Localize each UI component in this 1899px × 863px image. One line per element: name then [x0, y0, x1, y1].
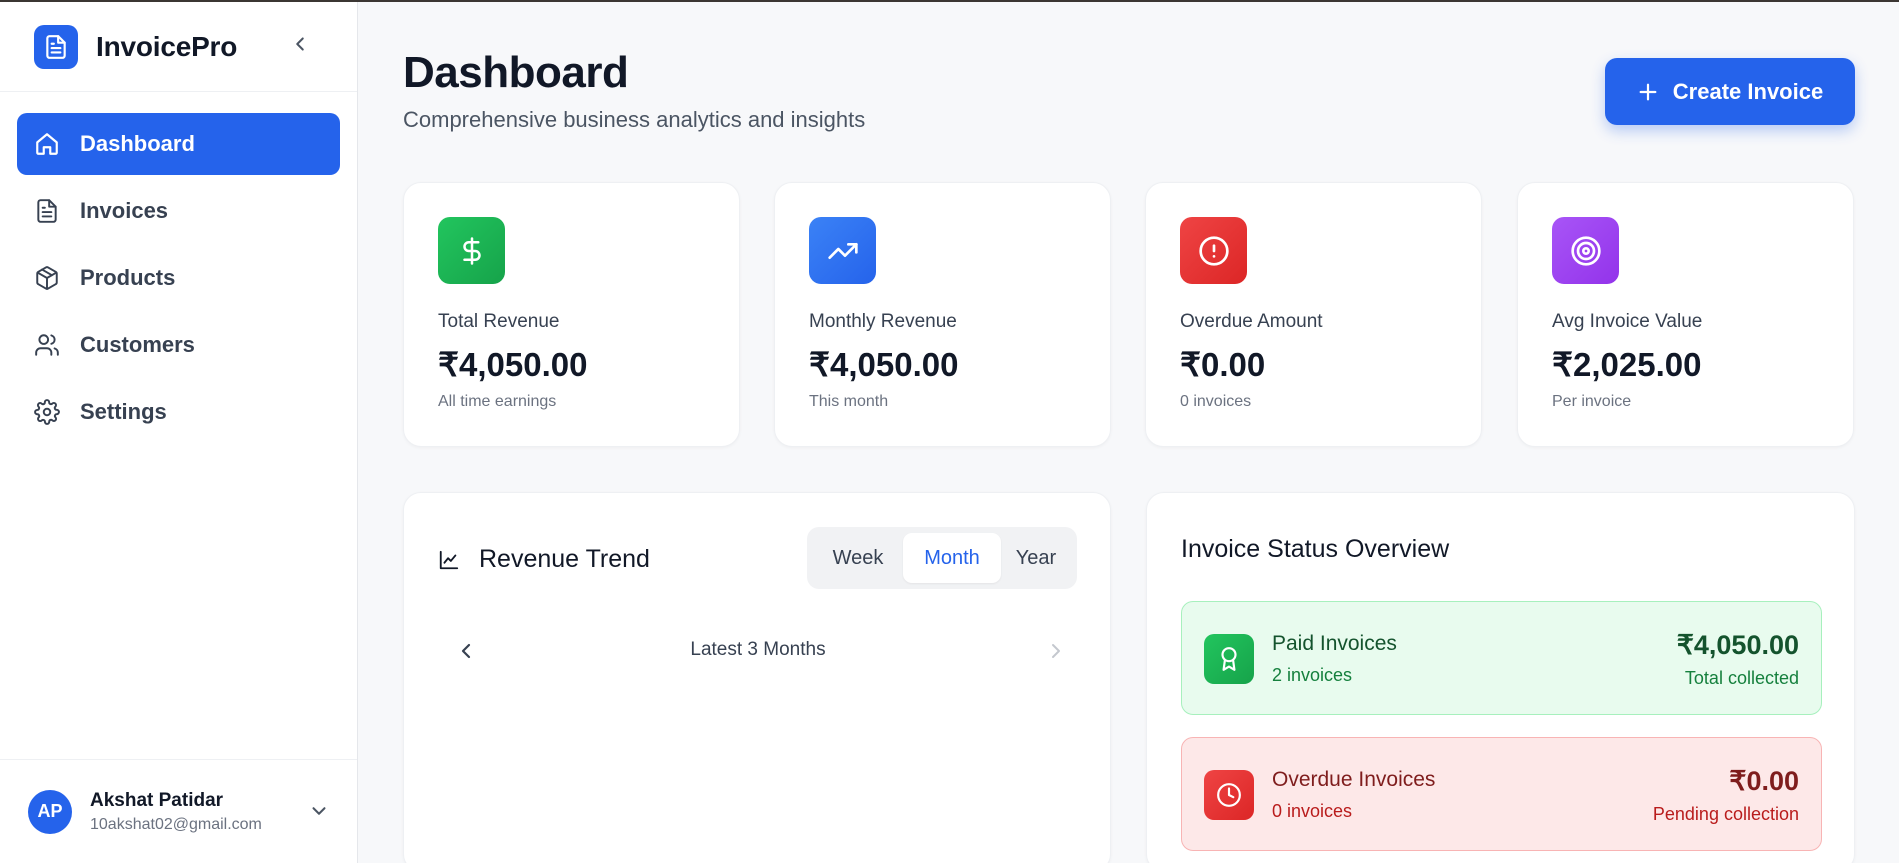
chevron-left-icon [296, 37, 304, 51]
stat-card-overdue-amount: Overdue Amount ₹0.00 0 invoices [1145, 182, 1482, 447]
stat-subtext: This month [809, 393, 889, 410]
overdue-invoices-card[interactable]: Overdue Invoices 0 invoices ₹0.00 Pendin… [1181, 737, 1822, 851]
alert-circle-icon [1180, 217, 1247, 284]
period-label: Latest 3 Months [690, 639, 826, 660]
page-title: Dashboard [403, 48, 629, 97]
award-icon [1204, 634, 1254, 684]
users-icon [33, 331, 61, 359]
plus-icon [1639, 83, 1657, 100]
stat-subtext: 0 invoices [1180, 393, 1252, 410]
chevron-down-icon[interactable] [308, 800, 330, 822]
status-overview-title: Invoice Status Overview [1181, 535, 1450, 563]
avatar: AP [28, 789, 72, 834]
chevron-right-icon[interactable] [1044, 639, 1068, 663]
stat-value: ₹4,050.00 [438, 346, 588, 383]
stat-label: Total Revenue [438, 311, 560, 332]
user-menu[interactable]: AP Akshat Patidar 10akshat02@gmail.com [0, 759, 357, 863]
paid-invoices-title: Paid Invoices [1272, 632, 1397, 655]
sidebar-item-dashboard[interactable]: Dashboard [17, 113, 340, 175]
tab-month[interactable]: Month [903, 533, 1001, 583]
dollar-icon [438, 217, 505, 284]
revenue-trend-panel: Revenue Trend Week Month Year Latest 3 M… [403, 492, 1111, 863]
stat-label: Avg Invoice Value [1552, 311, 1703, 332]
sidebar-item-settings[interactable]: Settings [17, 381, 340, 443]
line-chart-icon [439, 550, 459, 570]
app-name: InvoicePro [96, 30, 238, 62]
create-invoice-button[interactable]: Create Invoice [1605, 58, 1855, 125]
page-subtitle: Comprehensive business analytics and ins… [403, 107, 866, 132]
target-icon [1552, 217, 1619, 284]
paid-invoices-note: Total collected [1684, 668, 1799, 688]
sidebar-item-label: Settings [80, 399, 167, 424]
overdue-invoices-count: 0 invoices [1272, 801, 1353, 821]
stat-value: ₹4,050.00 [809, 346, 959, 383]
gear-icon [33, 398, 61, 426]
tab-year[interactable]: Year [1001, 533, 1071, 583]
sidebar-item-invoices[interactable]: Invoices [17, 180, 340, 242]
stat-card-monthly-revenue: Monthly Revenue ₹4,050.00 This month [774, 182, 1111, 447]
overdue-invoices-title: Overdue Invoices [1272, 768, 1436, 791]
stat-card-avg-invoice-value: Avg Invoice Value ₹2,025.00 Per invoice [1517, 182, 1854, 447]
sidebar-item-customers[interactable]: Customers [17, 314, 340, 376]
create-invoice-label: Create Invoice [1672, 78, 1824, 104]
sidebar-item-products[interactable]: Products [17, 247, 340, 309]
stat-subtext: Per invoice [1552, 393, 1632, 410]
package-icon [33, 264, 61, 292]
paid-invoices-amount: ₹4,050.00 [1676, 630, 1799, 660]
sidebar-item-label: Products [80, 265, 176, 290]
home-icon [33, 130, 61, 158]
stat-label: Overdue Amount [1180, 311, 1323, 332]
brand: InvoicePro [0, 2, 357, 92]
stat-label: Monthly Revenue [809, 311, 957, 332]
document-icon [34, 24, 78, 69]
collapse-sidebar-button[interactable] [288, 32, 312, 56]
trending-up-icon [809, 217, 876, 284]
chevron-left-icon[interactable] [454, 639, 478, 663]
stat-card-total-revenue: Total Revenue ₹4,050.00 All time earning… [403, 182, 740, 447]
sidebar-item-label: Dashboard [80, 131, 195, 156]
sidebar-nav: Dashboard Invoices Products Customers Se… [0, 92, 357, 443]
sidebar-item-label: Customers [80, 332, 195, 357]
overdue-invoices-note: Pending collection [1652, 804, 1799, 824]
sidebar: InvoicePro Dashboard Invoices Products C… [0, 2, 358, 863]
paid-invoices-card[interactable]: Paid Invoices 2 invoices ₹4,050.00 Total… [1181, 601, 1822, 715]
sidebar-item-label: Invoices [80, 198, 169, 223]
document-icon [33, 197, 61, 225]
stat-subtext: All time earnings [438, 393, 557, 410]
paid-invoices-count: 2 invoices [1272, 665, 1353, 685]
stat-value: ₹2,025.00 [1552, 346, 1702, 383]
invoice-status-panel: Invoice Status Overview Paid Invoices 2 … [1146, 492, 1855, 863]
user-info: Akshat Patidar 10akshat02@gmail.com [90, 790, 262, 834]
user-name: Akshat Patidar [90, 789, 224, 811]
stat-value: ₹0.00 [1180, 346, 1266, 383]
overdue-invoices-amount: ₹0.00 [1729, 766, 1799, 796]
tab-week[interactable]: Week [813, 533, 903, 583]
user-email: 10akshat02@gmail.com [90, 815, 262, 833]
revenue-trend-title: Revenue Trend [479, 545, 650, 573]
main-content: Dashboard Comprehensive business analyti… [358, 2, 1899, 863]
clock-icon [1204, 770, 1254, 820]
period-toggle: Week Month Year [807, 527, 1077, 589]
